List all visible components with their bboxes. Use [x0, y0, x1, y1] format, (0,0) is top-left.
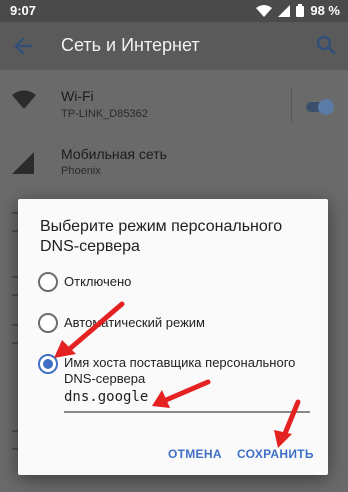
- divider: [291, 88, 292, 124]
- hostname-input[interactable]: dns.google: [64, 387, 310, 413]
- status-bar: 9:07 98 %: [0, 0, 348, 22]
- search-icon[interactable]: [314, 33, 338, 57]
- option-hostname-label: Имя хоста поставщика персонального DNS-с…: [64, 355, 296, 386]
- dialog-title: Выберите режим персонального DNS-сервера: [40, 218, 283, 255]
- app-bar: Сеть и Интернет: [0, 22, 348, 70]
- mobile-subtitle: Phoenix: [61, 165, 101, 177]
- option-off-label: Отключено: [64, 274, 132, 289]
- signal-icon: [278, 4, 291, 17]
- radio-hostname[interactable]: [38, 354, 58, 374]
- status-icons: 98 %: [256, 3, 340, 18]
- battery-percent: 98 %: [310, 3, 340, 18]
- page-title: Сеть и Интернет: [61, 35, 200, 55]
- wifi-icon: [12, 90, 36, 109]
- option-automatic-label: Автоматический режим: [64, 315, 205, 330]
- radio-off[interactable]: [38, 272, 58, 292]
- private-dns-dialog: Выберите режим персонального DNS-сервера…: [18, 199, 328, 475]
- wifi-subtitle: TP-LINK_D85362: [61, 108, 148, 120]
- radio-automatic[interactable]: [38, 313, 58, 333]
- wifi-title: Wi-Fi: [61, 88, 94, 104]
- cancel-button[interactable]: ОТМЕНА: [168, 447, 222, 461]
- wifi-toggle[interactable]: [304, 99, 334, 115]
- battery-icon: [296, 4, 305, 17]
- wifi-icon: [256, 4, 273, 17]
- save-button[interactable]: СОХРАНИТЬ: [237, 447, 314, 461]
- setting-item-mobile[interactable]: Мобильная сеть Phoenix: [0, 140, 348, 196]
- arrow-back-icon[interactable]: [10, 33, 36, 59]
- mobile-title: Мобильная сеть: [61, 146, 167, 162]
- toggle-knob: [318, 99, 334, 115]
- signal-icon: [12, 152, 34, 174]
- setting-item-wifi[interactable]: Wi-Fi TP-LINK_D85362: [0, 78, 348, 134]
- status-time: 9:07: [10, 3, 37, 18]
